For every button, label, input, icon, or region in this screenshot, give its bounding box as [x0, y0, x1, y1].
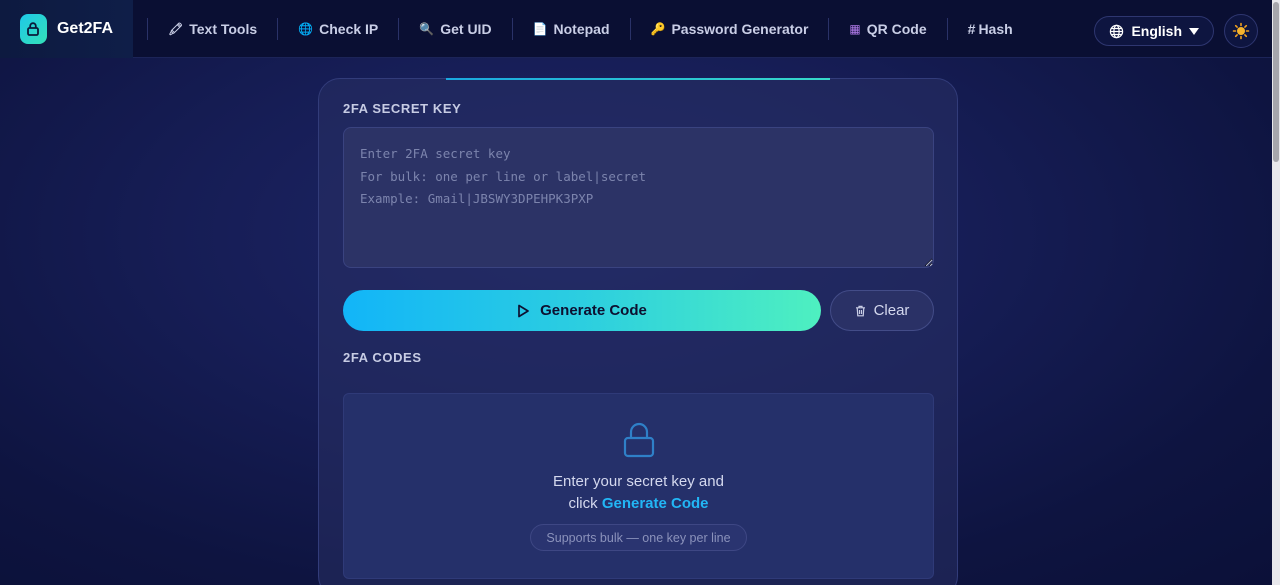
- globe-icon: [1110, 24, 1124, 38]
- nav-label: Notepad: [553, 20, 610, 37]
- magnifier-icon: 🔍: [419, 21, 435, 36]
- nav-label: Get UID: [440, 20, 492, 37]
- nav-item-qr-code[interactable]: ▦ QR Code: [829, 21, 946, 37]
- nav-item-hash[interactable]: # Hash: [948, 21, 1033, 37]
- nav-label: QR Code: [866, 20, 927, 37]
- nav-label: Check IP: [319, 20, 379, 37]
- nav-item-text-tools[interactable]: 🖍 Text Tools: [148, 21, 277, 37]
- bulk-hint-badge: Supports bulk — one key per line: [530, 524, 747, 551]
- secret-key-label: 2FA SECRET KEY: [343, 101, 462, 116]
- codes-label: 2FA CODES: [343, 350, 422, 365]
- sun-icon: [1232, 22, 1250, 40]
- scrollbar-thumb[interactable]: [1273, 2, 1279, 162]
- pencil-icon: 🖍: [168, 21, 184, 36]
- empty-state-message: Enter your secret key and click Generate…: [344, 471, 933, 515]
- nav-item-get-uid[interactable]: 🔍 Get UID: [399, 21, 511, 37]
- secret-key-input[interactable]: [343, 127, 934, 268]
- nav-label: Hash: [978, 20, 1013, 37]
- play-icon: [518, 304, 529, 317]
- page-scrollbar[interactable]: [1272, 0, 1280, 585]
- brand[interactable]: Get2FA: [0, 0, 133, 58]
- lock-icon: [20, 13, 47, 44]
- generate-code-label: Generate Code: [540, 302, 647, 319]
- top-navigation-bar: Get2FA 🖍 Text Tools 🌐 Check IP 🔍 Get UID…: [0, 0, 1272, 58]
- nav-item-notepad[interactable]: 📄 Notepad: [513, 21, 630, 37]
- language-selector[interactable]: English: [1094, 16, 1214, 46]
- nav-item-check-ip[interactable]: 🌐 Check IP: [278, 21, 398, 37]
- qr-icon: ▦: [849, 21, 861, 36]
- empty-state-line-2: click Generate Code: [344, 493, 933, 515]
- language-label: English: [1131, 23, 1182, 39]
- codes-output-area: Enter your secret key and click Generate…: [343, 393, 934, 579]
- caret-down-icon: [1189, 27, 1199, 35]
- clear-button[interactable]: Clear: [830, 290, 934, 331]
- main-nav: 🖍 Text Tools 🌐 Check IP 🔍 Get UID 📄 Note…: [147, 0, 1033, 58]
- card-accent-line: [446, 78, 830, 80]
- nav-label: Password Generator: [671, 20, 809, 37]
- brand-name: Get2FA: [56, 19, 113, 37]
- key-icon: 🔑: [650, 21, 666, 36]
- lock-icon: [623, 422, 655, 458]
- clear-label: Clear: [873, 302, 910, 319]
- nav-item-password-generator[interactable]: 🔑 Password Generator: [631, 21, 829, 37]
- hash-icon: #: [967, 20, 976, 37]
- trash-icon: [855, 305, 865, 316]
- empty-state-line-1: Enter your secret key and: [553, 473, 724, 490]
- generate-code-button[interactable]: Generate Code: [343, 290, 821, 331]
- nav-label: Text Tools: [189, 20, 258, 37]
- notepad-icon: 📄: [532, 21, 548, 36]
- theme-toggle-button[interactable]: [1224, 14, 1258, 48]
- header-controls: English: [1094, 14, 1258, 48]
- generate-code-link[interactable]: Generate Code: [602, 495, 709, 512]
- empty-state-prefix: click: [568, 495, 602, 512]
- generator-card: 2FA SECRET KEY Generate Code Clear 2FA C…: [318, 78, 958, 585]
- globe-icon: 🌐: [298, 21, 314, 36]
